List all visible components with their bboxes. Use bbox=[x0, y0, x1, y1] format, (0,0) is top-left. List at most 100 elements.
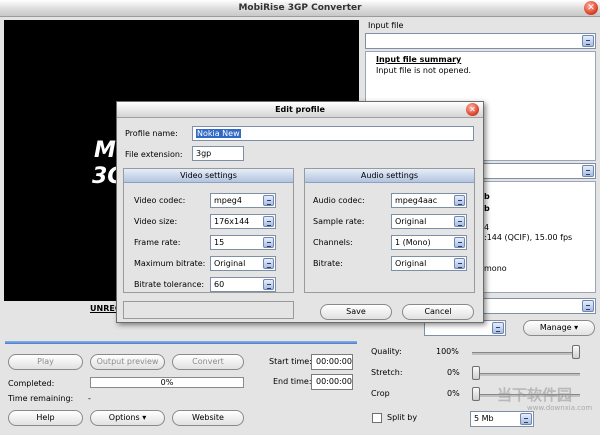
conversion-progress: 0% bbox=[90, 377, 244, 388]
video-codec-value: mpeg4 bbox=[214, 196, 242, 205]
output-format-dropdown-icon[interactable] bbox=[582, 165, 594, 177]
profile-name-input[interactable]: Nokia New bbox=[192, 126, 474, 141]
time-remaining-value: - bbox=[88, 394, 91, 403]
start-time-input[interactable]: 00:00:00 bbox=[311, 354, 353, 370]
cancel-button[interactable]: Cancel bbox=[402, 304, 474, 320]
website-button[interactable]: Website bbox=[172, 410, 244, 426]
browse-file-icon[interactable] bbox=[582, 35, 594, 47]
crop-value: 0% bbox=[447, 389, 460, 398]
sample-rate-value: Original bbox=[395, 217, 427, 226]
video-codec-select[interactable]: mpeg4 bbox=[210, 193, 276, 208]
output-summary-line1: 4 bbox=[484, 223, 490, 232]
chevron-down-icon[interactable] bbox=[263, 258, 274, 269]
end-time-input[interactable]: 00:00:00 bbox=[311, 374, 353, 390]
edit-profile-dialog: Edit profile ✕ Profile name: Nokia New F… bbox=[116, 101, 484, 323]
frame-rate-label: Frame rate: bbox=[134, 238, 181, 247]
dialog-title: Edit profile bbox=[275, 105, 325, 114]
output-preview-button[interactable]: Output preview bbox=[90, 354, 165, 370]
chevron-down-icon[interactable] bbox=[263, 216, 274, 227]
split-size-dropdown-icon[interactable] bbox=[520, 413, 532, 425]
stretch-slider-thumb[interactable] bbox=[472, 366, 480, 380]
dialog-title-bar: Edit profile bbox=[117, 102, 483, 118]
options-button-label: Options bbox=[108, 413, 140, 422]
chevron-down-icon[interactable] bbox=[454, 237, 465, 248]
max-bitrate-value: Original bbox=[214, 259, 246, 268]
quality-slider-thumb[interactable] bbox=[572, 345, 580, 359]
bitrate-tolerance-select[interactable]: 60 bbox=[210, 277, 276, 292]
convert-button[interactable]: Convert bbox=[172, 354, 244, 370]
chevron-down-icon[interactable] bbox=[263, 195, 274, 206]
quality-slider-track[interactable] bbox=[472, 352, 580, 355]
video-settings-header: Video settings bbox=[124, 169, 293, 183]
dialog-status-area bbox=[123, 301, 294, 319]
save-button[interactable]: Save bbox=[320, 304, 392, 320]
chevron-down-icon: ▾ bbox=[142, 413, 147, 422]
manage-button-label: Manage bbox=[539, 323, 572, 332]
window-title-bar: MobiRise 3GP Converter bbox=[0, 0, 600, 17]
crop-label: Crop bbox=[371, 389, 390, 398]
chevron-down-icon[interactable] bbox=[454, 216, 465, 227]
output-summary-line3: mono bbox=[484, 264, 507, 273]
chevron-down-icon[interactable] bbox=[263, 279, 274, 290]
chevron-down-icon: ▾ bbox=[574, 323, 579, 332]
chevron-down-icon[interactable] bbox=[454, 258, 465, 269]
split-size-value: 5 Mb bbox=[474, 414, 494, 423]
profile-select[interactable] bbox=[480, 298, 596, 314]
audio-bitrate-value: Original bbox=[395, 259, 427, 268]
seek-bar[interactable] bbox=[5, 341, 357, 344]
audio-settings-header: Audio settings bbox=[305, 169, 474, 183]
options-button[interactable]: Options ▾ bbox=[90, 410, 165, 426]
output-summary-line2: :144 (QCIF), 15.00 fps bbox=[484, 233, 573, 242]
bitrate-tolerance-value: 60 bbox=[214, 280, 225, 289]
profile-preset-dropdown-icon[interactable] bbox=[492, 322, 504, 334]
audio-bitrate-select[interactable]: Original bbox=[391, 256, 467, 271]
file-extension-label: File extension: bbox=[125, 150, 183, 159]
watermark-url: www.downxia.com bbox=[527, 404, 593, 412]
output-summary-fragment-b2: b bbox=[484, 204, 490, 213]
dialog-close-icon[interactable]: ✕ bbox=[466, 103, 479, 116]
preview-logo-line1: M bbox=[94, 138, 116, 163]
time-remaining-label: Time remaining: bbox=[8, 394, 74, 403]
watermark-brand: 当下软件园 bbox=[497, 386, 573, 404]
play-button[interactable]: Play bbox=[8, 354, 83, 370]
audio-codec-value: mpeg4aac bbox=[395, 196, 438, 205]
input-summary-text: Input file is not opened. bbox=[376, 66, 472, 75]
sample-rate-select[interactable]: Original bbox=[391, 214, 467, 229]
split-size-select[interactable]: 5 Mb bbox=[470, 411, 534, 427]
output-format-field[interactable] bbox=[480, 163, 596, 179]
input-file-label: Input file bbox=[368, 21, 404, 30]
video-size-value: 176x144 bbox=[214, 217, 250, 226]
profile-name-value: Nokia New bbox=[196, 129, 241, 138]
end-time-label: End time: bbox=[273, 377, 312, 386]
max-bitrate-select[interactable]: Original bbox=[210, 256, 276, 271]
file-extension-input[interactable]: 3gp bbox=[192, 146, 244, 161]
video-codec-label: Video codec: bbox=[134, 196, 186, 205]
video-size-select[interactable]: 176x144 bbox=[210, 214, 276, 229]
bitrate-tolerance-label: Bitrate tolerance: bbox=[134, 280, 205, 289]
audio-codec-select[interactable]: mpeg4aac bbox=[391, 193, 467, 208]
completed-label: Completed: bbox=[8, 379, 55, 388]
output-summary-panel: b b 4 :144 (QCIF), 15.00 fps mono bbox=[480, 181, 596, 293]
output-summary-fragment-b: b bbox=[484, 192, 490, 201]
completed-value: 0% bbox=[160, 378, 174, 387]
help-button[interactable]: Help bbox=[8, 410, 83, 426]
channels-select[interactable]: 1 (Mono) bbox=[391, 235, 467, 250]
input-summary-title: Input file summary bbox=[376, 55, 462, 64]
window-close-icon[interactable]: ✕ bbox=[584, 1, 598, 15]
chevron-down-icon[interactable] bbox=[263, 237, 274, 248]
stretch-slider-track[interactable] bbox=[472, 373, 580, 376]
start-time-label: Start time: bbox=[269, 357, 312, 366]
profile-dropdown-icon[interactable] bbox=[582, 300, 594, 312]
split-checkbox[interactable] bbox=[372, 413, 382, 423]
input-file-field[interactable] bbox=[365, 33, 596, 49]
audio-settings-group: Audio settings Audio codec: mpeg4aac Sam… bbox=[304, 168, 475, 293]
crop-slider-thumb[interactable] bbox=[472, 387, 480, 401]
video-size-label: Video size: bbox=[134, 217, 178, 226]
quality-value: 100% bbox=[436, 347, 459, 356]
stretch-value: 0% bbox=[447, 368, 460, 377]
frame-rate-select[interactable]: 15 bbox=[210, 235, 276, 250]
frame-rate-value: 15 bbox=[214, 238, 225, 247]
manage-button[interactable]: Manage ▾ bbox=[523, 320, 595, 336]
profile-name-label: Profile name: bbox=[125, 129, 178, 138]
chevron-down-icon[interactable] bbox=[454, 195, 465, 206]
